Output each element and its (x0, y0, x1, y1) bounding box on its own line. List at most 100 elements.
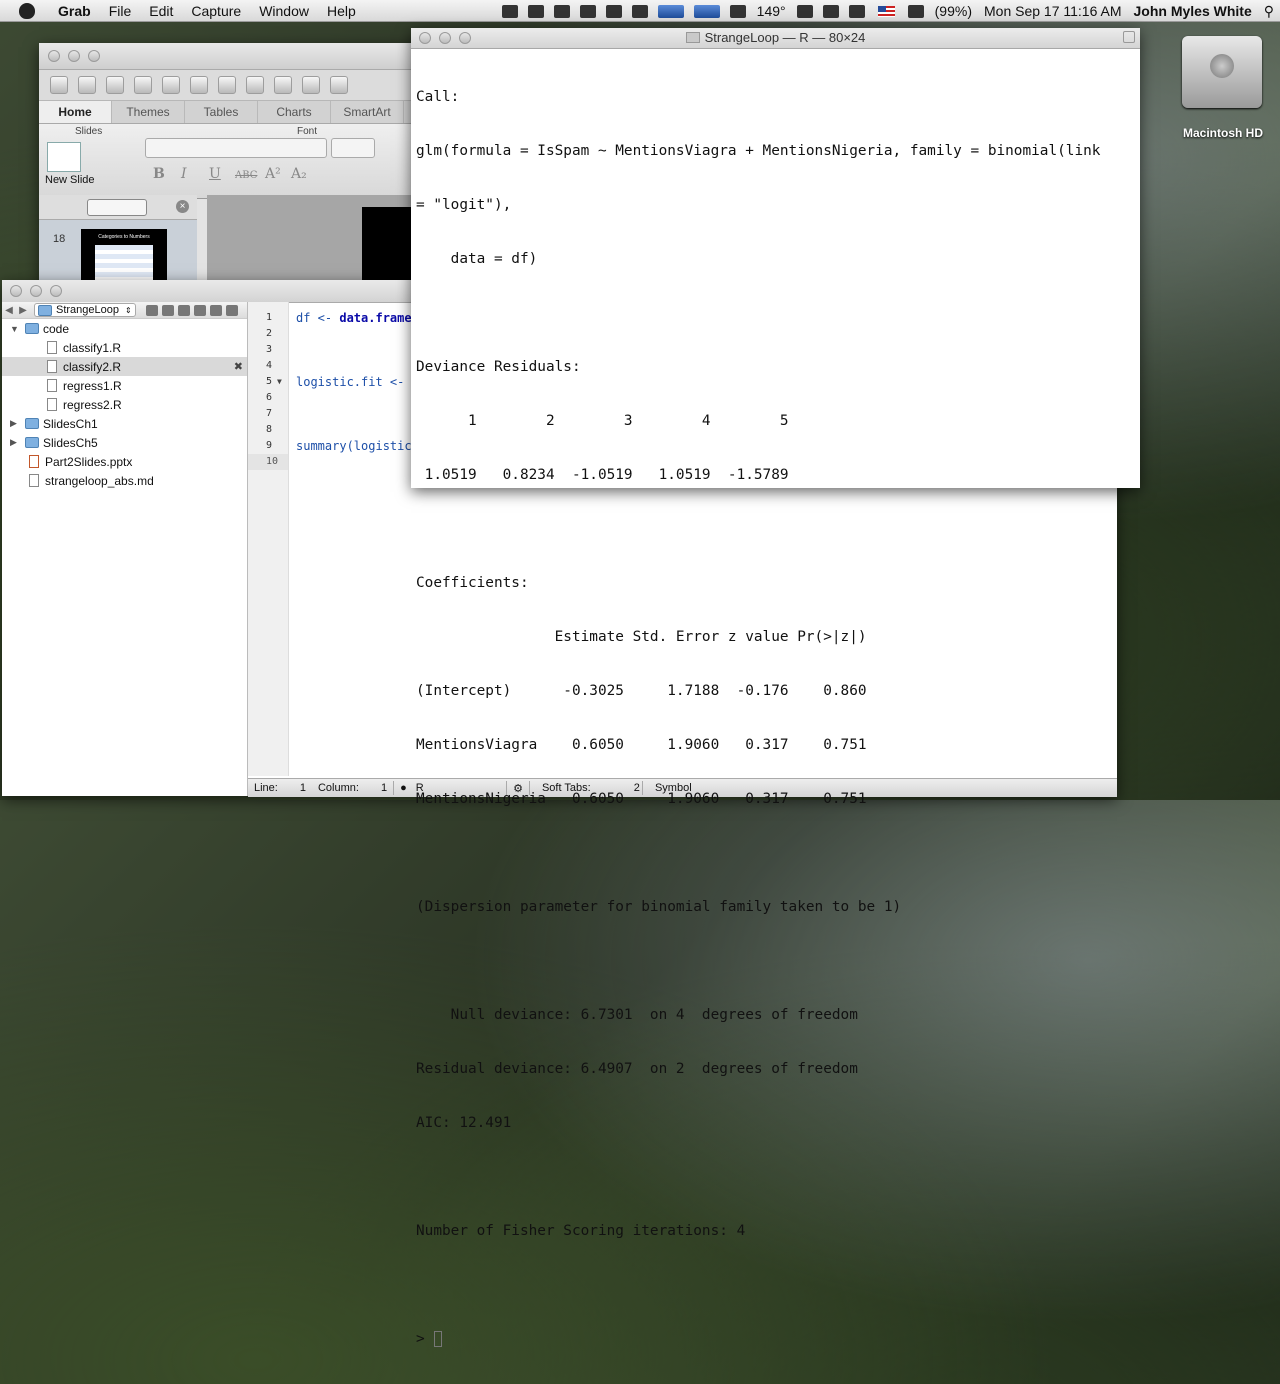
cpu-meter-icon[interactable] (631, 4, 648, 18)
us-flag-input-icon[interactable] (877, 5, 895, 17)
menu-app-name[interactable]: Grab (49, 3, 100, 19)
favorites-heart-icon[interactable] (177, 304, 190, 316)
open-icon[interactable] (106, 76, 124, 94)
battery-percent[interactable]: (99%) (929, 3, 978, 19)
close-pane-icon[interactable]: × (176, 200, 189, 213)
dropbox-icon[interactable] (501, 4, 518, 18)
superscript-button[interactable]: A² (265, 166, 281, 182)
font-size-field[interactable] (331, 138, 375, 158)
code-line-3[interactable] (296, 342, 412, 358)
save-icon[interactable] (134, 76, 152, 94)
ppt-close-button[interactable] (48, 50, 60, 62)
code-line-8[interactable] (296, 422, 412, 438)
clock[interactable]: Mon Sep 17 11:16 AM (978, 3, 1128, 19)
network-graph-icon[interactable] (657, 4, 684, 18)
line-number-fold[interactable]: 5 ▼ (248, 374, 288, 390)
copy-icon[interactable] (218, 76, 236, 94)
thumbnail-outline-toggle[interactable] (87, 199, 147, 216)
computer-icon[interactable] (209, 304, 222, 316)
redo-icon[interactable] (330, 76, 348, 94)
tree-item-regress2[interactable]: regress2.R (2, 395, 247, 414)
r-zoom-button[interactable] (459, 32, 471, 44)
new-slide-icon[interactable] (47, 142, 81, 172)
subscript-button[interactable]: A₂ (291, 166, 307, 182)
editor-close-button[interactable] (10, 285, 22, 297)
strikethrough-button[interactable]: ABC (235, 170, 257, 181)
tab-tables[interactable]: Tables (185, 101, 258, 123)
paste-icon[interactable] (246, 76, 264, 94)
tree-item-classify1[interactable]: classify1.R (2, 338, 247, 357)
r-prompt-line[interactable]: > (416, 1330, 1136, 1348)
menu-file[interactable]: File (100, 3, 141, 19)
tab-smartart[interactable]: SmartArt (331, 101, 404, 123)
disclosure-open-icon[interactable]: ▼ (10, 324, 22, 334)
tab-themes[interactable]: Themes (112, 101, 185, 123)
new-slide-button[interactable]: New Slide (45, 174, 95, 186)
ppt-minimize-button[interactable] (68, 50, 80, 62)
r-close-button[interactable] (419, 32, 431, 44)
r-output[interactable]: Call: glm(formula = IsSpam ~ MentionsVia… (416, 52, 1136, 1384)
folder-action-icon[interactable] (161, 304, 174, 316)
fullscreen-icon[interactable] (1123, 31, 1135, 43)
menu-edit[interactable]: Edit (140, 3, 182, 19)
home-icon[interactable] (193, 304, 206, 316)
menu-capture[interactable]: Capture (182, 3, 250, 19)
code-line-9[interactable]: summary(logistic (296, 438, 412, 454)
tree-item-slidesch1[interactable]: ▶ SlidesCh1 (2, 414, 247, 433)
wifi-icon[interactable] (848, 4, 865, 18)
italic-button[interactable]: I (181, 166, 187, 182)
apple-menu-icon[interactable] (19, 2, 35, 19)
download-icon[interactable] (553, 4, 570, 18)
editor-zoom-button[interactable] (50, 285, 62, 297)
print-icon[interactable] (162, 76, 180, 94)
temperature-icon[interactable] (729, 4, 746, 18)
slide-thumbnail[interactable]: Categories to Numbers (81, 229, 167, 283)
tree-item-slidesch5[interactable]: ▶ SlidesCh5 (2, 433, 247, 452)
cut-icon[interactable] (190, 76, 208, 94)
memory-meter-icon[interactable] (605, 4, 622, 18)
editor-minimize-button[interactable] (30, 285, 42, 297)
tree-item-regress1[interactable]: regress1.R (2, 376, 247, 395)
templates-icon[interactable] (78, 76, 96, 94)
temperature-readout[interactable]: 149° (751, 3, 792, 19)
code-line-5[interactable]: logistic.fit <- (296, 374, 412, 390)
user-name[interactable]: John Myles White (1128, 3, 1258, 19)
tree-item-strangeloop-abs[interactable]: strangeloop_abs.md (2, 471, 247, 490)
battery-icon[interactable] (907, 4, 924, 18)
close-file-icon[interactable]: ✖ (234, 360, 243, 373)
code-line-7[interactable] (296, 406, 412, 422)
cloud-icon[interactable] (527, 4, 544, 18)
folder-proxy-icon[interactable] (685, 32, 700, 43)
bold-button[interactable]: B (153, 166, 165, 182)
menu-help[interactable]: Help (318, 3, 365, 19)
share-icon[interactable] (225, 304, 238, 316)
underline-button[interactable]: U (209, 166, 221, 182)
disclosure-closed-icon[interactable]: ▶ (10, 418, 22, 429)
format-painter-icon[interactable] (274, 76, 292, 94)
mic-icon[interactable] (579, 4, 596, 18)
tab-charts[interactable]: Charts (258, 101, 331, 123)
font-name-field[interactable] (145, 138, 327, 158)
code-line-4[interactable] (296, 358, 412, 374)
spotlight-search-icon[interactable]: ⚲ (1258, 3, 1280, 20)
back-arrow-icon[interactable]: ◀ (2, 305, 16, 316)
code-line-2[interactable] (296, 326, 412, 342)
code-line-6[interactable] (296, 390, 412, 406)
hard-drive-label[interactable]: Macintosh HD (1168, 126, 1278, 140)
bluetooth-icon[interactable] (822, 4, 839, 18)
project-selector[interactable]: StrangeLoop ⇕ (34, 303, 136, 317)
new-doc-icon[interactable] (50, 76, 68, 94)
text-cursor[interactable] (433, 1331, 442, 1347)
time-machine-icon[interactable] (796, 4, 813, 18)
forward-arrow-icon[interactable]: ▶ (16, 305, 30, 316)
code-line-1[interactable]: df <- data.frame (296, 310, 412, 326)
hard-drive-icon[interactable] (1182, 36, 1262, 108)
fold-arrow-icon[interactable]: ▼ (277, 374, 282, 390)
disk-graph-icon[interactable] (693, 4, 720, 18)
tree-item-part2slides[interactable]: Part2Slides.pptx (2, 452, 247, 471)
gear-icon[interactable] (145, 304, 158, 316)
r-minimize-button[interactable] (439, 32, 451, 44)
disclosure-closed-icon[interactable]: ▶ (10, 437, 22, 448)
tree-item-code[interactable]: ▼ code (2, 319, 247, 338)
tab-home[interactable]: Home (39, 101, 112, 123)
